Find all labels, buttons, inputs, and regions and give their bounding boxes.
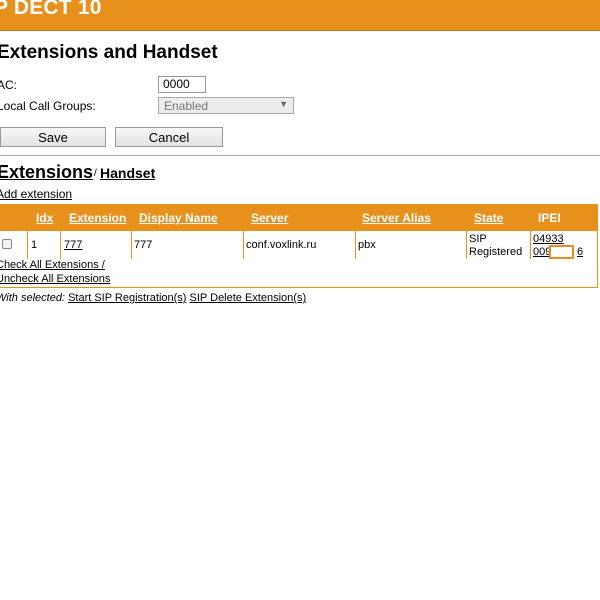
header-display-name[interactable]: Display Name	[139, 211, 218, 225]
uncheck-all-link[interactable]: Uncheck All Extensions	[0, 273, 110, 285]
header-server-alias[interactable]: Server Alias	[362, 211, 431, 225]
local-call-groups-value: Enabled	[164, 99, 209, 113]
row-state-line2: Registered	[469, 246, 523, 258]
cell-divider	[27, 231, 28, 259]
row-idx: 1	[31, 239, 38, 251]
page-title: Extensions and Handset	[0, 42, 218, 63]
row-display-name: 777	[134, 239, 153, 251]
cell-divider	[355, 231, 356, 259]
row-checkbox[interactable]	[2, 239, 12, 249]
cell-divider	[466, 231, 467, 259]
divider	[0, 155, 600, 156]
row-ipei-line2-end[interactable]: 6	[577, 246, 583, 258]
cell-divider	[131, 231, 132, 259]
cell-divider	[243, 231, 244, 259]
table-header: Idx Extension Display Name Server Server…	[0, 205, 597, 231]
header-state[interactable]: State	[474, 211, 503, 225]
row-server-alias: pbx	[358, 239, 376, 251]
with-selected-bar: With selected: Start SIP Registration(s)…	[0, 292, 306, 304]
row-server: conf.voxlink.ru	[246, 239, 317, 251]
header-server[interactable]: Server	[251, 211, 288, 225]
row-state-line1: SIP	[469, 233, 487, 245]
with-selected-label: With selected:	[0, 292, 65, 304]
cancel-button[interactable]: Cancel	[115, 127, 223, 147]
extensions-heading[interactable]: Extensions	[0, 162, 93, 183]
header-idx[interactable]: Idx	[36, 211, 53, 225]
local-call-groups-label: Local Call Groups:	[0, 99, 96, 113]
sip-delete-extension-link[interactable]: SIP Delete Extension(s)	[190, 292, 307, 304]
row-extension-link[interactable]: 777	[64, 239, 82, 251]
cell-divider	[530, 231, 531, 259]
header-banner: P DECT 10	[0, 0, 600, 31]
save-button[interactable]: Save	[0, 127, 106, 147]
ac-input[interactable]: 0000	[158, 76, 206, 93]
row-ipei-line1[interactable]: 04933	[533, 233, 564, 245]
heading-separator: /	[94, 168, 97, 179]
ipei-highlight-box	[549, 245, 574, 259]
start-sip-registration-link[interactable]: Start SIP Registration(s)	[68, 292, 186, 304]
header-ipei: IPEI	[538, 211, 561, 225]
chevron-down-icon: ▼	[279, 99, 288, 109]
cell-divider	[60, 231, 61, 259]
banner-title: P DECT 10	[0, 0, 102, 19]
ac-label: AC:	[0, 78, 18, 92]
local-call-groups-select[interactable]: Enabled ▼	[158, 97, 294, 114]
handset-link[interactable]: Handset	[100, 165, 155, 181]
header-extension[interactable]: Extension	[69, 211, 126, 225]
add-extension-link[interactable]: Add extension	[0, 187, 72, 201]
check-all-link[interactable]: Check All Extensions /	[0, 259, 105, 271]
table-row: 1 777 777 conf.voxlink.ru pbx SIP Regist…	[0, 231, 597, 259]
